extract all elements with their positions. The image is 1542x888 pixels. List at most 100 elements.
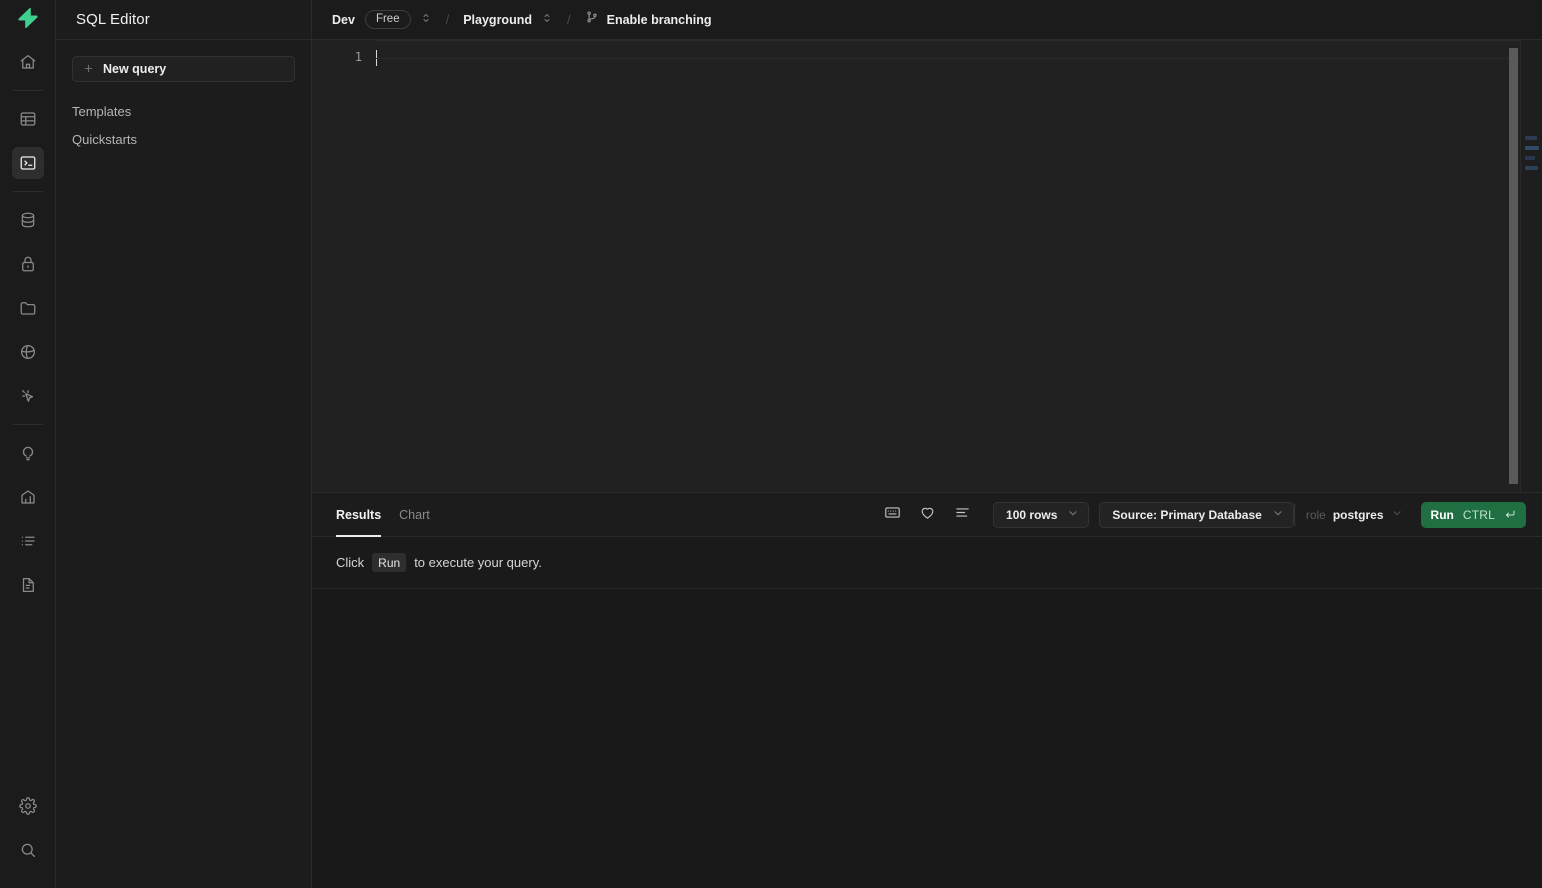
keyboard-shortcuts-button[interactable] <box>884 504 901 526</box>
editor-line-bottom-rule <box>376 58 1520 59</box>
sidebar-body: New query Templates Quickstarts <box>56 40 311 147</box>
source-database-select[interactable]: Source: Primary Database <box>1099 501 1294 528</box>
sidebar-item-authentication[interactable] <box>12 248 44 280</box>
sidebar-header: SQL Editor <box>56 0 311 40</box>
logs-list-icon <box>19 532 37 550</box>
sidebar-item-project-settings[interactable] <box>12 790 44 822</box>
sidebar-item-edge-functions[interactable] <box>12 336 44 368</box>
peek-line <box>1525 166 1538 170</box>
editor-scrollbar[interactable] <box>1508 40 1520 492</box>
format-lines-icon <box>954 504 971 526</box>
chevron-down-icon <box>1272 507 1284 522</box>
sidebar-item-reports[interactable] <box>12 481 44 513</box>
breadcrumb-separator-2: / <box>566 12 571 27</box>
breadcrumb-project[interactable]: Playground <box>463 13 532 27</box>
tab-chart[interactable]: Chart <box>399 493 430 537</box>
chevron-down-icon <box>1391 507 1403 522</box>
sidebar-item-home[interactable] <box>12 46 44 78</box>
results-message-run-chip: Run <box>372 553 407 572</box>
reports-chart-icon <box>19 488 37 506</box>
plus-icon <box>83 63 94 76</box>
new-query-label: New query <box>103 62 167 76</box>
rail-group-main <box>0 40 56 607</box>
run-button[interactable]: Run CTRL <box>1420 501 1526 528</box>
sidebar-item-advisors[interactable] <box>12 437 44 469</box>
api-docs-document-icon <box>19 576 37 594</box>
status-badge[interactable]: Free <box>364 10 411 29</box>
line-number: 1 <box>354 50 362 64</box>
authentication-lock-icon <box>19 255 37 273</box>
chevron-down-icon <box>1067 507 1079 522</box>
git-branch-icon <box>585 10 599 29</box>
sidebar-item-storage[interactable] <box>12 292 44 324</box>
sql-editor-app: SQL Editor New query Templates Quickstar… <box>0 0 1542 888</box>
results-toolbar: Results Chart 100 rows Source: Primary D… <box>312 493 1542 537</box>
sidebar-links: Templates Quickstarts <box>72 104 295 147</box>
format-query-button[interactable] <box>954 504 971 526</box>
results-message-suffix: to execute your query. <box>414 555 542 570</box>
sidebar-item-sql-editor[interactable] <box>11 147 44 179</box>
breadcrumb-separator-1: / <box>445 12 450 27</box>
search-button[interactable] <box>12 834 44 866</box>
database-icon <box>19 211 37 229</box>
sidebar-item-templates[interactable]: Templates <box>72 104 295 119</box>
edge-functions-icon <box>19 343 37 361</box>
realtime-cursor-icon <box>19 387 37 405</box>
table-editor-icon <box>19 110 37 128</box>
supabase-lightning-logo-icon <box>17 7 39 34</box>
source-database-value: Source: Primary Database <box>1112 507 1262 522</box>
results-panel: Results Chart 100 rows Source: Primary D… <box>312 492 1542 888</box>
search-icon <box>19 841 37 859</box>
editor-line-top-rule <box>376 40 1520 41</box>
results-empty-area <box>312 589 1542 888</box>
main-column: Dev Free / Playground / Enable branching… <box>312 0 1542 888</box>
page-title: SQL Editor <box>76 11 150 28</box>
results-tabs: Results Chart <box>336 493 430 537</box>
sidebar-item-api-docs[interactable] <box>12 569 44 601</box>
results-empty-message: Click Run to execute your query. <box>312 537 1542 589</box>
rail-divider-1 <box>12 90 43 91</box>
primary-icon-rail <box>0 0 56 888</box>
rail-group-bottom <box>12 784 44 888</box>
supabase-logo[interactable] <box>0 0 56 40</box>
sidebar-item-database[interactable] <box>12 204 44 236</box>
chevron-up-down-icon[interactable] <box>420 11 432 29</box>
tab-results[interactable]: Results <box>336 493 382 537</box>
results-message-prefix: Click <box>336 555 365 570</box>
storage-folder-icon <box>19 299 37 317</box>
sql-editor-icon <box>19 154 37 172</box>
enable-branching-label: Enable branching <box>606 12 712 27</box>
chevron-up-down-icon[interactable] <box>541 11 553 29</box>
breadcrumb-org[interactable]: Dev <box>332 13 355 27</box>
home-icon <box>19 53 37 71</box>
rail-divider-3 <box>12 424 43 425</box>
sidebar-item-logs[interactable] <box>12 525 44 557</box>
peek-line <box>1525 156 1535 160</box>
favorite-query-button[interactable] <box>919 504 936 526</box>
rows-limit-select[interactable]: 100 rows <box>993 501 1090 528</box>
gear-icon <box>18 797 37 815</box>
sidebar-item-table-editor[interactable] <box>12 103 44 135</box>
peek-line <box>1525 136 1537 140</box>
heart-favorite-icon <box>919 504 936 526</box>
editor-gutter: 1 <box>312 40 376 492</box>
role-prefix-label: role <box>1305 507 1326 522</box>
enter-return-icon <box>1504 508 1516 522</box>
sidebar-item-quickstarts[interactable]: Quickstarts <box>72 132 295 147</box>
editor-scrollbar-thumb[interactable] <box>1509 48 1518 484</box>
run-shortcut-label: CTRL <box>1462 507 1495 522</box>
enable-branching-button[interactable]: Enable branching <box>585 10 712 29</box>
role-select[interactable]: role postgres <box>1293 501 1411 528</box>
editor-code-area[interactable] <box>376 40 1542 492</box>
run-label: Run <box>1430 507 1454 522</box>
keyboard-shortcuts-icon <box>884 504 901 526</box>
new-query-button[interactable]: New query <box>72 56 295 82</box>
collapsed-right-panel[interactable] <box>1520 40 1542 492</box>
sql-code-editor[interactable]: 1 <box>312 40 1542 492</box>
peek-line <box>1525 146 1539 150</box>
sql-editor-sidebar: SQL Editor New query Templates Quickstar… <box>56 0 312 888</box>
sidebar-item-realtime[interactable] <box>12 380 44 412</box>
results-controls: 100 rows Source: Primary Database role p… <box>993 501 1526 528</box>
rows-limit-value: 100 rows <box>1006 507 1058 522</box>
rail-divider-2 <box>12 191 43 192</box>
